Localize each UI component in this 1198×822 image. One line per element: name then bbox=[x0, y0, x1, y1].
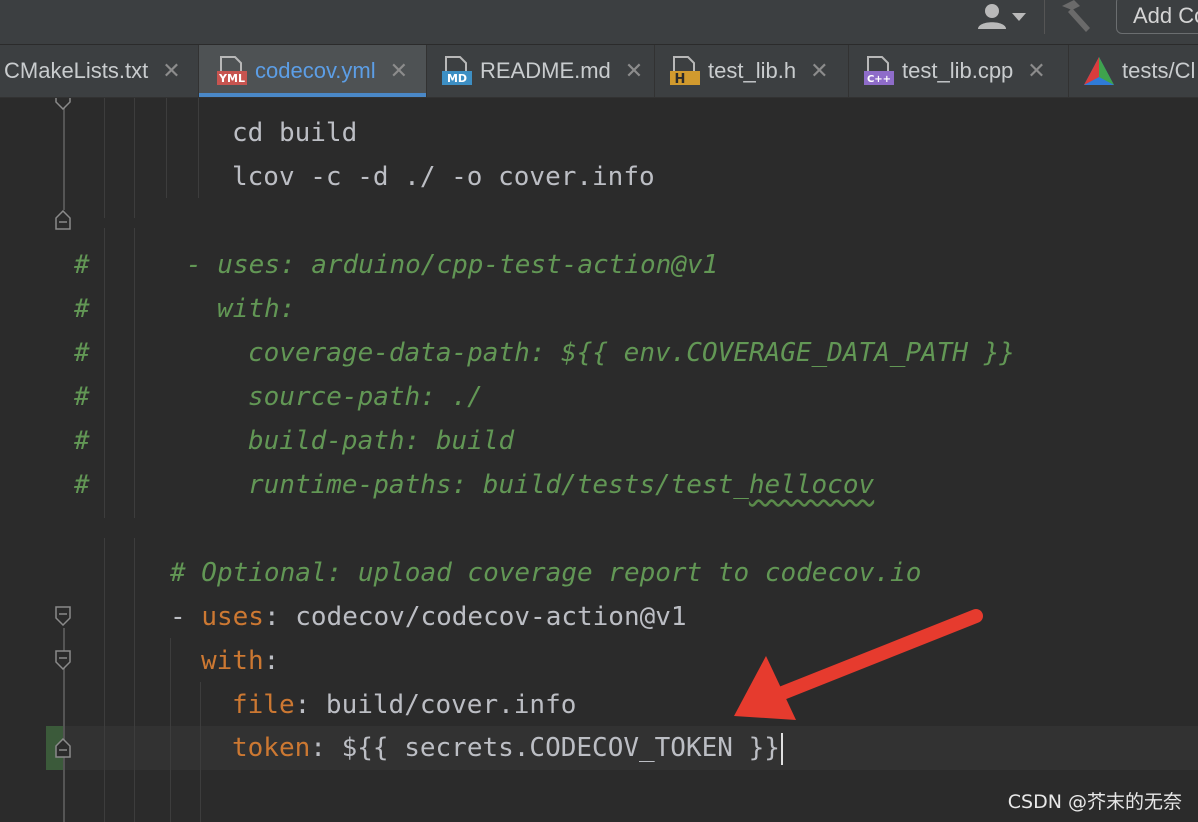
tab-label: codecov.yml bbox=[255, 58, 376, 83]
yaml-key: token bbox=[232, 733, 311, 763]
annotation-arrow-icon bbox=[734, 609, 983, 720]
comment-hash: # bbox=[74, 382, 90, 412]
tab-label: tests/Cl bbox=[1122, 58, 1196, 83]
editor-tabs: CMakeLists.txt ✕ YML codecov.yml ✕ MD RE… bbox=[0, 45, 1198, 98]
hammer-icon[interactable] bbox=[1058, 0, 1094, 32]
toolbar-separator bbox=[1044, 0, 1045, 34]
code-line: file: build/cover.info bbox=[232, 683, 576, 727]
indent-guide bbox=[134, 98, 135, 218]
tab-label: CMakeLists.txt bbox=[4, 58, 149, 83]
header-file-icon: H bbox=[668, 55, 702, 87]
fold-range-line bbox=[63, 98, 65, 210]
indent-guide bbox=[200, 682, 201, 822]
yml-file-icon: YML bbox=[215, 55, 249, 87]
yaml-value: : build/cover.info bbox=[294, 690, 577, 720]
cpp-file-icon: C++ bbox=[862, 55, 896, 87]
indent-guide bbox=[104, 228, 105, 518]
code-line-current: token: ${{ secrets.CODECOV_TOKEN }} bbox=[232, 726, 783, 770]
close-icon[interactable]: ✕ bbox=[1027, 58, 1045, 84]
code-line: - uses: codecov/codecov-action@v1 bbox=[170, 595, 687, 639]
code-line-comment: build-path: build bbox=[248, 426, 515, 456]
code-line-comment: runtime-paths: build/tests/test_hellocov bbox=[248, 463, 874, 507]
code-text: : bbox=[263, 646, 280, 676]
code-editor[interactable]: . . . cd build lcov -c -d ./ -o cover.in… bbox=[0, 98, 1198, 822]
user-dropdown-icon[interactable] bbox=[976, 2, 1030, 32]
tab-test-lib-h[interactable]: H test_lib.h ✕ bbox=[668, 45, 829, 97]
indent-guide bbox=[134, 538, 135, 822]
tab-label: test_lib.h bbox=[708, 58, 797, 83]
yaml-value: : codecov/codecov-action@v1 bbox=[263, 602, 687, 632]
indent-guide bbox=[104, 538, 105, 822]
svg-text:YML: YML bbox=[218, 72, 245, 85]
yaml-key: file bbox=[232, 690, 295, 720]
close-icon[interactable]: ✕ bbox=[390, 58, 408, 84]
tab-tests-cmake[interactable]: tests/Cl bbox=[1082, 45, 1195, 97]
yaml-key: uses bbox=[201, 602, 264, 632]
yaml-key: with bbox=[201, 646, 264, 676]
indent-guide bbox=[166, 98, 167, 198]
svg-text:MD: MD bbox=[447, 72, 467, 85]
markdown-file-icon: MD bbox=[440, 55, 474, 87]
comment-hash: # bbox=[74, 470, 90, 500]
indent-guide bbox=[170, 638, 171, 822]
code-line-comment: coverage-data-path: ${{ env.COVERAGE_DAT… bbox=[248, 338, 1016, 368]
code-text: - bbox=[170, 602, 202, 632]
spelling-warning: hellocov bbox=[748, 470, 875, 500]
close-icon[interactable]: ✕ bbox=[162, 58, 180, 84]
fold-marker-icon[interactable] bbox=[55, 606, 71, 627]
tab-codecov-yml[interactable]: YML codecov.yml ✕ bbox=[199, 45, 426, 97]
tab-label: README.md bbox=[480, 58, 611, 83]
code-line-comment: with: bbox=[217, 294, 296, 324]
code-line: with: bbox=[201, 639, 279, 683]
toolbar: Add Co bbox=[0, 0, 1198, 45]
tab-readme[interactable]: MD README.md ✕ bbox=[440, 45, 643, 97]
yaml-value: : ${{ secrets.CODECOV_TOKEN }} bbox=[310, 733, 780, 763]
code-line: lcov -c -d ./ -o cover.info bbox=[232, 162, 655, 192]
comment-hash: # bbox=[74, 294, 90, 324]
cmake-triangle-icon bbox=[1082, 55, 1116, 87]
active-tab-indicator bbox=[199, 93, 426, 97]
code-line-comment: source-path: ./ bbox=[248, 382, 483, 412]
tab-test-lib-cpp[interactable]: C++ test_lib.cpp ✕ bbox=[862, 45, 1046, 97]
tab-cmakelists[interactable]: CMakeLists.txt ✕ bbox=[4, 45, 181, 97]
fold-marker-icon[interactable] bbox=[55, 650, 71, 671]
fold-end-icon[interactable] bbox=[55, 209, 71, 230]
comment-hash: # bbox=[74, 426, 90, 456]
fold-end-icon[interactable] bbox=[55, 737, 71, 758]
code-line-partial: . . . bbox=[232, 98, 373, 112]
svg-text:C++: C++ bbox=[867, 74, 891, 85]
indent-guide bbox=[198, 98, 199, 198]
comment-hash: # bbox=[74, 250, 90, 280]
indent-guide bbox=[104, 98, 105, 218]
code-text: runtime-paths: build/tests/test_ bbox=[248, 470, 749, 500]
add-configuration-button[interactable]: Add Co bbox=[1116, 0, 1198, 34]
svg-text:H: H bbox=[675, 72, 686, 87]
close-icon[interactable]: ✕ bbox=[810, 58, 828, 84]
code-line: cd build bbox=[232, 118, 358, 148]
watermark: CSDN @芥末的无奈 bbox=[1007, 791, 1182, 813]
code-line-comment: - uses: arduino/cpp-test-action@v1 bbox=[186, 250, 719, 280]
indent-guide bbox=[134, 228, 135, 518]
code-line-comment: # Optional: upload coverage report to co… bbox=[170, 558, 922, 588]
tab-label: test_lib.cpp bbox=[902, 58, 1014, 83]
fold-marker-icon[interactable] bbox=[55, 98, 71, 111]
comment-hash: # bbox=[74, 338, 90, 368]
close-icon[interactable]: ✕ bbox=[625, 58, 643, 84]
